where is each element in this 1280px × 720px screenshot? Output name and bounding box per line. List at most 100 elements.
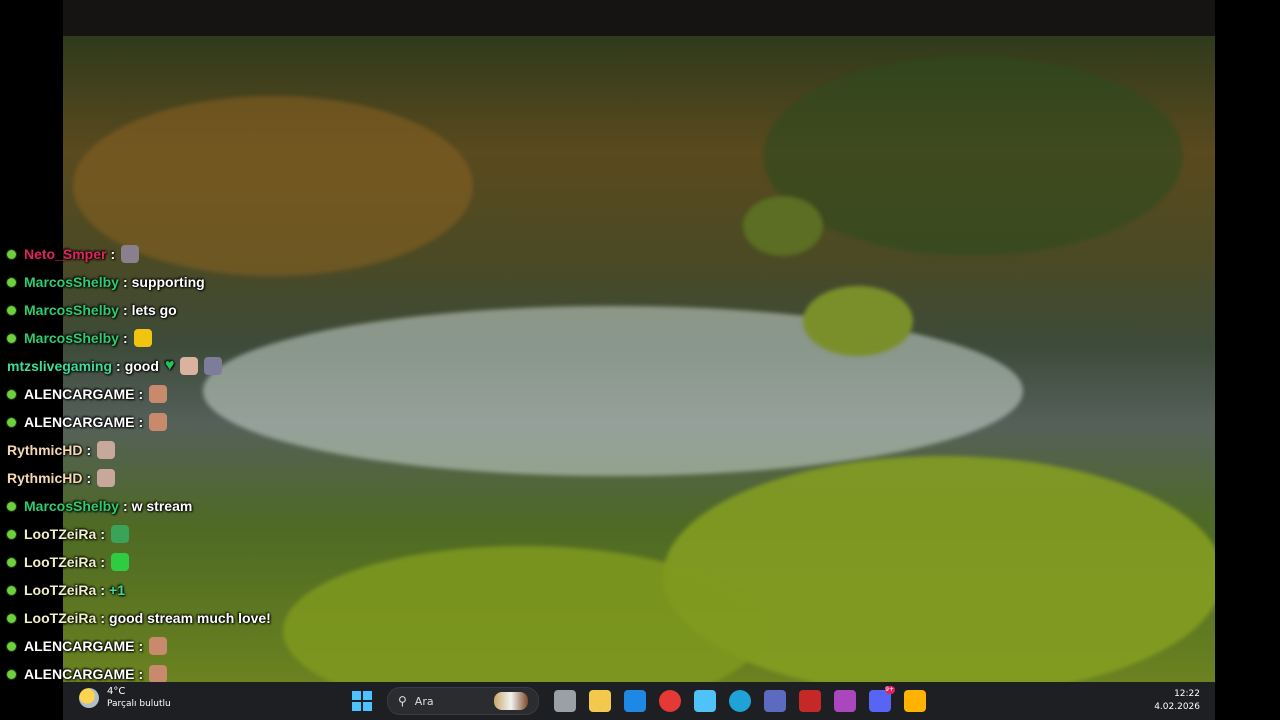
verified-badge-icon <box>7 305 16 315</box>
chat-username[interactable]: LooTZeiRa <box>24 526 96 542</box>
verified-badge-icon <box>7 669 16 679</box>
chat-message: MarcosShelby: lets go <box>0 296 320 324</box>
file-explorer-icon[interactable] <box>588 690 611 712</box>
microsoft-store-icon[interactable] <box>693 690 716 712</box>
heart-emote-icon: ♥ <box>164 357 175 374</box>
weather-widget[interactable]: 4°C Parçalı bulutlu <box>79 686 171 710</box>
chat-username[interactable]: RythmicHD <box>7 470 82 486</box>
system-clock[interactable]: 12:22 4.02.2026 <box>1154 688 1200 714</box>
search-placeholder: Ara <box>414 694 434 708</box>
verified-badge-icon <box>7 501 16 511</box>
chat-username[interactable]: mtzslivegaming <box>7 358 112 374</box>
chat-username[interactable]: MarcosShelby <box>24 274 119 290</box>
emote-icon <box>149 385 168 403</box>
verified-badge-icon <box>7 613 16 623</box>
red-circle-app-icon[interactable] <box>798 690 821 712</box>
emote-icon <box>133 329 152 347</box>
chat-separator: : <box>100 582 106 598</box>
chat-separator: : <box>86 470 92 486</box>
chat-overlay: Neto_Smper: MarcosShelby: supporting Marcos… <box>0 240 320 688</box>
emote-icon <box>121 245 140 263</box>
chat-message: LooTZeiRa: <box>0 520 320 548</box>
chat-message: ALENCARGAME: <box>0 632 320 660</box>
chat-separator: : <box>122 498 128 514</box>
taskbar-search[interactable]: ⚲ Ara <box>387 687 539 715</box>
verified-badge-icon <box>7 389 16 399</box>
colorful-app-icon[interactable] <box>903 690 926 712</box>
chat-text: lets go <box>131 302 177 318</box>
chat-message: ALENCARGAME: <box>0 380 320 408</box>
chat-text: +1 <box>109 582 125 598</box>
emote-icon <box>111 553 130 571</box>
chat-message: ALENCARGAME: <box>0 408 320 436</box>
task-view-icon[interactable] <box>553 690 576 712</box>
chat-separator: : <box>100 526 106 542</box>
emote-icon <box>97 469 116 487</box>
chat-username[interactable]: ALENCARGAME <box>24 666 134 682</box>
chat-text: good <box>124 358 159 374</box>
chat-username[interactable]: Neto_Smper <box>24 246 106 262</box>
chat-message: RythmicHD: <box>0 464 320 492</box>
discord-icon[interactable]: 9+ <box>868 686 895 712</box>
search-icon: ⚲ <box>398 694 407 708</box>
emote-icon <box>149 637 168 655</box>
chat-username[interactable]: RythmicHD <box>7 442 82 458</box>
emote-icon <box>111 525 130 543</box>
chat-username[interactable]: MarcosShelby <box>24 330 119 346</box>
weather-temperature: 4°C <box>107 686 126 697</box>
chat-username[interactable]: ALENCARGAME <box>24 638 134 654</box>
chat-username[interactable]: MarcosShelby <box>24 498 119 514</box>
emote-icon <box>149 413 168 431</box>
emote-icon <box>180 357 199 375</box>
chrome-icon[interactable] <box>658 690 681 712</box>
verified-badge-icon <box>7 417 16 427</box>
search-highlight-image <box>494 692 528 710</box>
chat-message: MarcosShelby: w stream <box>0 492 320 520</box>
chat-message: LooTZeiRa: +1 <box>0 576 320 604</box>
chat-username[interactable]: MarcosShelby <box>24 302 119 318</box>
start-button[interactable] <box>351 690 373 712</box>
verified-badge-icon <box>7 249 16 259</box>
chat-separator: : <box>138 386 144 402</box>
chat-message: Neto_Smper: <box>0 240 320 268</box>
verified-badge-icon <box>7 557 16 567</box>
calculator-icon[interactable] <box>763 690 786 712</box>
chat-text: good stream much love! <box>109 610 271 626</box>
windows-logo-icon <box>351 691 372 711</box>
window-top-bar <box>63 0 1215 36</box>
chat-separator: : <box>116 358 121 374</box>
chat-separator: : <box>138 638 144 654</box>
chat-username[interactable]: ALENCARGAME <box>24 414 134 430</box>
obs-like-app-icon[interactable] <box>833 690 856 712</box>
chat-message: RythmicHD: <box>0 436 320 464</box>
edge-icon[interactable] <box>728 690 751 712</box>
verified-badge-icon <box>7 585 16 595</box>
chat-separator: : <box>86 442 92 458</box>
forest-area <box>763 56 1183 256</box>
chat-separator: : <box>138 414 144 430</box>
chat-username[interactable]: LooTZeiRa <box>24 582 96 598</box>
chat-username[interactable]: LooTZeiRa <box>24 610 96 626</box>
verified-badge-icon <box>7 333 16 343</box>
chat-message: MarcosShelby: <box>0 324 320 352</box>
chat-message: LooTZeiRa: <box>0 548 320 576</box>
chat-username[interactable]: LooTZeiRa <box>24 554 96 570</box>
chat-separator: : <box>122 302 128 318</box>
mossy-boulder <box>803 286 913 356</box>
emote-icon <box>97 441 116 459</box>
chat-separator: : <box>110 246 116 262</box>
chat-message: MarcosShelby: supporting <box>0 268 320 296</box>
emote-icon <box>149 665 168 683</box>
chat-separator: : <box>100 610 106 626</box>
outlook-icon[interactable] <box>623 690 646 712</box>
chat-separator: : <box>122 274 128 290</box>
partly-cloudy-icon <box>79 688 99 708</box>
verified-badge-icon <box>7 529 16 539</box>
clock-date: 4.02.2026 <box>1154 702 1200 712</box>
chat-message: mtzslivegaming: good ♥ <box>0 352 320 380</box>
taskbar: 4°C Parçalı bulutlu ⚲ Ara 9+ 12:22 4.02.… <box>63 682 1215 720</box>
weather-condition: Parçalı bulutlu <box>107 699 171 709</box>
chat-username[interactable]: ALENCARGAME <box>24 386 134 402</box>
chat-separator: : <box>100 554 106 570</box>
chat-separator: : <box>138 666 144 682</box>
